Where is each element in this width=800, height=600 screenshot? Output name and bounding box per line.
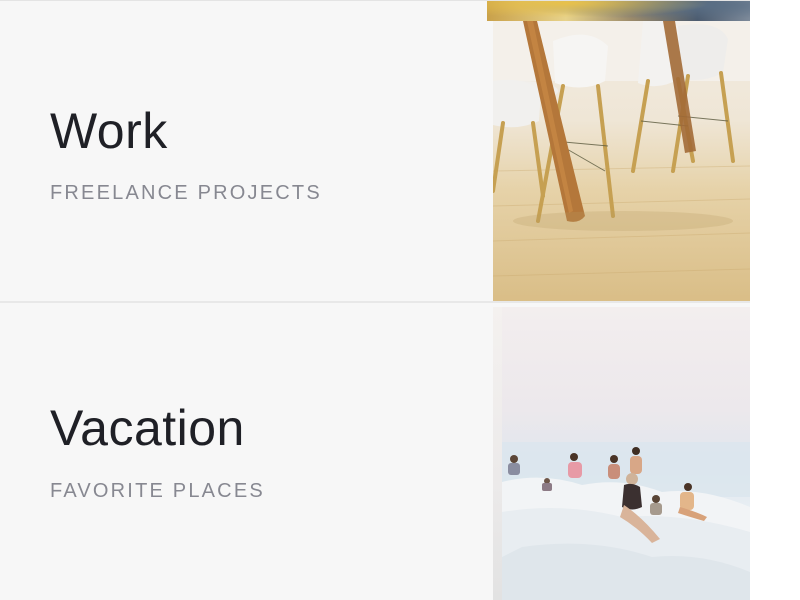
photo-edge (493, 307, 502, 600)
category-card-work[interactable]: Work FREELANCE PROJECTS (0, 21, 750, 301)
category-card-vacation[interactable]: Vacation FAVORITE PLACES (0, 303, 750, 600)
beach-rocks-photo (502, 307, 750, 600)
table-chairs-photo (493, 21, 750, 301)
page-gutter (750, 0, 800, 600)
card-title: Vacation (50, 400, 245, 456)
previous-card-photo (487, 1, 750, 22)
card-subtitle: FREELANCE PROJECTS (50, 182, 322, 204)
card-title: Work (50, 103, 168, 159)
previous-card-edge (0, 0, 750, 22)
table-chairs-illustration (493, 21, 750, 277)
card-subtitle: FAVORITE PLACES (50, 480, 265, 502)
beach-rocks-illustration (502, 442, 750, 600)
category-list: Work FREELANCE PROJECTS Vacation FAVORIT… (0, 0, 800, 600)
